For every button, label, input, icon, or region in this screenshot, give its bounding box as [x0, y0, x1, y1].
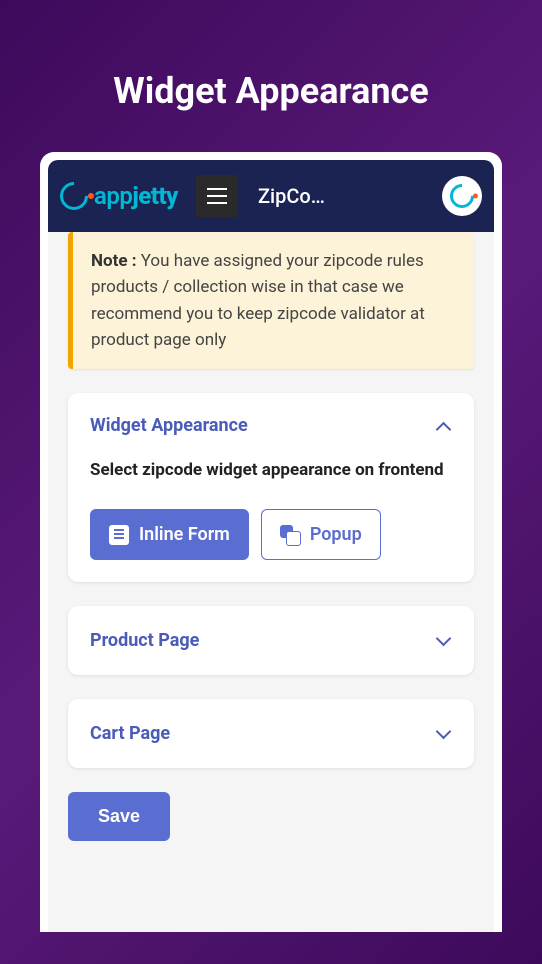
brand-name: appjetty	[94, 182, 178, 210]
cart-page-card: Cart Page	[68, 699, 474, 768]
chevron-up-icon	[436, 418, 452, 434]
form-icon	[109, 525, 129, 545]
product-page-title: Product Page	[90, 630, 199, 651]
cart-page-header[interactable]: Cart Page	[90, 723, 452, 744]
content-area: Note : You have assigned your zipcode ru…	[48, 232, 494, 861]
widget-appearance-header[interactable]: Widget Appearance	[90, 415, 452, 436]
cart-page-title: Cart Page	[90, 723, 170, 744]
chevron-down-icon	[436, 726, 452, 742]
widget-appearance-card: Widget Appearance Select zipcode widget …	[68, 393, 474, 582]
brand-logo: appjetty	[60, 182, 178, 210]
hamburger-menu-button[interactable]	[196, 175, 238, 217]
profile-button[interactable]	[442, 176, 482, 216]
app-header: appjetty ZipCo…	[48, 160, 494, 232]
note-banner: Note : You have assigned your zipcode ru…	[68, 232, 474, 369]
page-title: Widget Appearance	[0, 0, 542, 152]
chevron-down-icon	[436, 633, 452, 649]
widget-appearance-subtitle: Select zipcode widget appearance on fron…	[90, 458, 452, 483]
widget-appearance-title: Widget Appearance	[90, 415, 248, 436]
save-button[interactable]: Save	[68, 792, 170, 841]
appearance-options: Inline Form Popup	[90, 509, 452, 560]
phone-frame: appjetty ZipCo… Note : You have assigned…	[40, 152, 502, 932]
product-page-header[interactable]: Product Page	[90, 630, 452, 651]
inline-form-label: Inline Form	[139, 524, 230, 545]
profile-icon	[445, 179, 479, 213]
popup-button[interactable]: Popup	[261, 509, 381, 560]
popup-label: Popup	[310, 524, 362, 545]
product-page-card: Product Page	[68, 606, 474, 675]
popup-icon	[280, 525, 300, 545]
logo-icon	[54, 176, 94, 216]
note-label: Note :	[91, 251, 137, 271]
inline-form-button[interactable]: Inline Form	[90, 509, 249, 560]
note-text: You have assigned your zipcode rules pro…	[91, 251, 425, 350]
phone-inner: appjetty ZipCo… Note : You have assigned…	[48, 160, 494, 932]
header-title: ZipCo…	[258, 184, 432, 208]
